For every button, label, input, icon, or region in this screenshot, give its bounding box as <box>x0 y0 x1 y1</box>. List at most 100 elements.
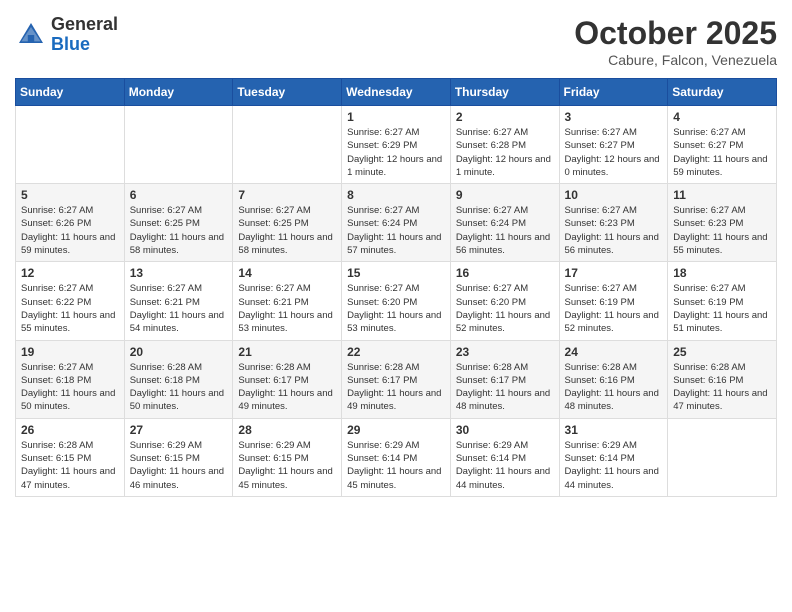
day-number: 3 <box>565 110 663 124</box>
day-info: Sunrise: 6:28 AMSunset: 6:17 PMDaylight:… <box>238 361 336 414</box>
day-info: Sunrise: 6:27 AMSunset: 6:27 PMDaylight:… <box>673 126 771 179</box>
logo-icon <box>15 19 47 51</box>
location: Cabure, Falcon, Venezuela <box>574 52 777 68</box>
table-row: 27 Sunrise: 6:29 AMSunset: 6:15 PMDaylig… <box>124 418 233 496</box>
logo-text: General Blue <box>51 15 118 55</box>
table-row: 12 Sunrise: 6:27 AMSunset: 6:22 PMDaylig… <box>16 262 125 340</box>
day-info: Sunrise: 6:28 AMSunset: 6:16 PMDaylight:… <box>565 361 663 414</box>
table-row: 19 Sunrise: 6:27 AMSunset: 6:18 PMDaylig… <box>16 340 125 418</box>
day-info: Sunrise: 6:28 AMSunset: 6:16 PMDaylight:… <box>673 361 771 414</box>
calendar-week-2: 5 Sunrise: 6:27 AMSunset: 6:26 PMDayligh… <box>16 184 777 262</box>
col-saturday: Saturday <box>668 79 777 106</box>
calendar-week-5: 26 Sunrise: 6:28 AMSunset: 6:15 PMDaylig… <box>16 418 777 496</box>
day-number: 29 <box>347 423 445 437</box>
table-row: 25 Sunrise: 6:28 AMSunset: 6:16 PMDaylig… <box>668 340 777 418</box>
day-number: 11 <box>673 188 771 202</box>
logo-general: General <box>51 15 118 35</box>
calendar-week-4: 19 Sunrise: 6:27 AMSunset: 6:18 PMDaylig… <box>16 340 777 418</box>
day-info: Sunrise: 6:27 AMSunset: 6:23 PMDaylight:… <box>565 204 663 257</box>
day-info: Sunrise: 6:27 AMSunset: 6:24 PMDaylight:… <box>456 204 554 257</box>
day-info: Sunrise: 6:28 AMSunset: 6:18 PMDaylight:… <box>130 361 228 414</box>
day-info: Sunrise: 6:27 AMSunset: 6:28 PMDaylight:… <box>456 126 554 179</box>
day-info: Sunrise: 6:28 AMSunset: 6:15 PMDaylight:… <box>21 439 119 492</box>
day-info: Sunrise: 6:27 AMSunset: 6:26 PMDaylight:… <box>21 204 119 257</box>
day-number: 24 <box>565 345 663 359</box>
day-number: 30 <box>456 423 554 437</box>
day-number: 19 <box>21 345 119 359</box>
table-row <box>124 106 233 184</box>
day-info: Sunrise: 6:27 AMSunset: 6:25 PMDaylight:… <box>238 204 336 257</box>
calendar-table: Sunday Monday Tuesday Wednesday Thursday… <box>15 78 777 497</box>
month-title: October 2025 <box>574 15 777 52</box>
col-monday: Monday <box>124 79 233 106</box>
day-info: Sunrise: 6:27 AMSunset: 6:27 PMDaylight:… <box>565 126 663 179</box>
col-friday: Friday <box>559 79 668 106</box>
table-row: 31 Sunrise: 6:29 AMSunset: 6:14 PMDaylig… <box>559 418 668 496</box>
day-info: Sunrise: 6:27 AMSunset: 6:22 PMDaylight:… <box>21 282 119 335</box>
col-tuesday: Tuesday <box>233 79 342 106</box>
day-number: 18 <box>673 266 771 280</box>
table-row: 4 Sunrise: 6:27 AMSunset: 6:27 PMDayligh… <box>668 106 777 184</box>
day-info: Sunrise: 6:27 AMSunset: 6:20 PMDaylight:… <box>347 282 445 335</box>
day-info: Sunrise: 6:27 AMSunset: 6:29 PMDaylight:… <box>347 126 445 179</box>
day-number: 22 <box>347 345 445 359</box>
day-info: Sunrise: 6:27 AMSunset: 6:24 PMDaylight:… <box>347 204 445 257</box>
day-number: 2 <box>456 110 554 124</box>
day-number: 25 <box>673 345 771 359</box>
table-row: 11 Sunrise: 6:27 AMSunset: 6:23 PMDaylig… <box>668 184 777 262</box>
day-number: 20 <box>130 345 228 359</box>
table-row: 26 Sunrise: 6:28 AMSunset: 6:15 PMDaylig… <box>16 418 125 496</box>
table-row: 21 Sunrise: 6:28 AMSunset: 6:17 PMDaylig… <box>233 340 342 418</box>
logo-blue: Blue <box>51 35 118 55</box>
day-number: 8 <box>347 188 445 202</box>
day-number: 28 <box>238 423 336 437</box>
table-row: 3 Sunrise: 6:27 AMSunset: 6:27 PMDayligh… <box>559 106 668 184</box>
day-info: Sunrise: 6:29 AMSunset: 6:14 PMDaylight:… <box>347 439 445 492</box>
day-number: 1 <box>347 110 445 124</box>
calendar-week-3: 12 Sunrise: 6:27 AMSunset: 6:22 PMDaylig… <box>16 262 777 340</box>
day-number: 6 <box>130 188 228 202</box>
table-row <box>668 418 777 496</box>
table-row: 22 Sunrise: 6:28 AMSunset: 6:17 PMDaylig… <box>342 340 451 418</box>
table-row: 13 Sunrise: 6:27 AMSunset: 6:21 PMDaylig… <box>124 262 233 340</box>
day-number: 23 <box>456 345 554 359</box>
page-header: General Blue October 2025 Cabure, Falcon… <box>15 15 777 68</box>
table-row: 10 Sunrise: 6:27 AMSunset: 6:23 PMDaylig… <box>559 184 668 262</box>
table-row: 30 Sunrise: 6:29 AMSunset: 6:14 PMDaylig… <box>450 418 559 496</box>
day-info: Sunrise: 6:27 AMSunset: 6:20 PMDaylight:… <box>456 282 554 335</box>
day-info: Sunrise: 6:27 AMSunset: 6:21 PMDaylight:… <box>238 282 336 335</box>
table-row: 1 Sunrise: 6:27 AMSunset: 6:29 PMDayligh… <box>342 106 451 184</box>
day-info: Sunrise: 6:29 AMSunset: 6:15 PMDaylight:… <box>238 439 336 492</box>
table-row: 8 Sunrise: 6:27 AMSunset: 6:24 PMDayligh… <box>342 184 451 262</box>
table-row: 2 Sunrise: 6:27 AMSunset: 6:28 PMDayligh… <box>450 106 559 184</box>
table-row: 20 Sunrise: 6:28 AMSunset: 6:18 PMDaylig… <box>124 340 233 418</box>
day-info: Sunrise: 6:27 AMSunset: 6:23 PMDaylight:… <box>673 204 771 257</box>
table-row: 29 Sunrise: 6:29 AMSunset: 6:14 PMDaylig… <box>342 418 451 496</box>
table-row: 17 Sunrise: 6:27 AMSunset: 6:19 PMDaylig… <box>559 262 668 340</box>
day-number: 7 <box>238 188 336 202</box>
table-row <box>233 106 342 184</box>
day-number: 13 <box>130 266 228 280</box>
day-number: 27 <box>130 423 228 437</box>
table-row: 23 Sunrise: 6:28 AMSunset: 6:17 PMDaylig… <box>450 340 559 418</box>
table-row: 5 Sunrise: 6:27 AMSunset: 6:26 PMDayligh… <box>16 184 125 262</box>
table-row <box>16 106 125 184</box>
day-number: 26 <box>21 423 119 437</box>
table-row: 6 Sunrise: 6:27 AMSunset: 6:25 PMDayligh… <box>124 184 233 262</box>
col-thursday: Thursday <box>450 79 559 106</box>
calendar-week-1: 1 Sunrise: 6:27 AMSunset: 6:29 PMDayligh… <box>16 106 777 184</box>
day-number: 21 <box>238 345 336 359</box>
day-number: 31 <box>565 423 663 437</box>
table-row: 18 Sunrise: 6:27 AMSunset: 6:19 PMDaylig… <box>668 262 777 340</box>
day-info: Sunrise: 6:29 AMSunset: 6:14 PMDaylight:… <box>456 439 554 492</box>
day-info: Sunrise: 6:28 AMSunset: 6:17 PMDaylight:… <box>347 361 445 414</box>
day-number: 10 <box>565 188 663 202</box>
day-number: 5 <box>21 188 119 202</box>
table-row: 24 Sunrise: 6:28 AMSunset: 6:16 PMDaylig… <box>559 340 668 418</box>
header-row: Sunday Monday Tuesday Wednesday Thursday… <box>16 79 777 106</box>
day-info: Sunrise: 6:28 AMSunset: 6:17 PMDaylight:… <box>456 361 554 414</box>
table-row: 15 Sunrise: 6:27 AMSunset: 6:20 PMDaylig… <box>342 262 451 340</box>
table-row: 9 Sunrise: 6:27 AMSunset: 6:24 PMDayligh… <box>450 184 559 262</box>
day-info: Sunrise: 6:27 AMSunset: 6:25 PMDaylight:… <box>130 204 228 257</box>
day-info: Sunrise: 6:27 AMSunset: 6:18 PMDaylight:… <box>21 361 119 414</box>
